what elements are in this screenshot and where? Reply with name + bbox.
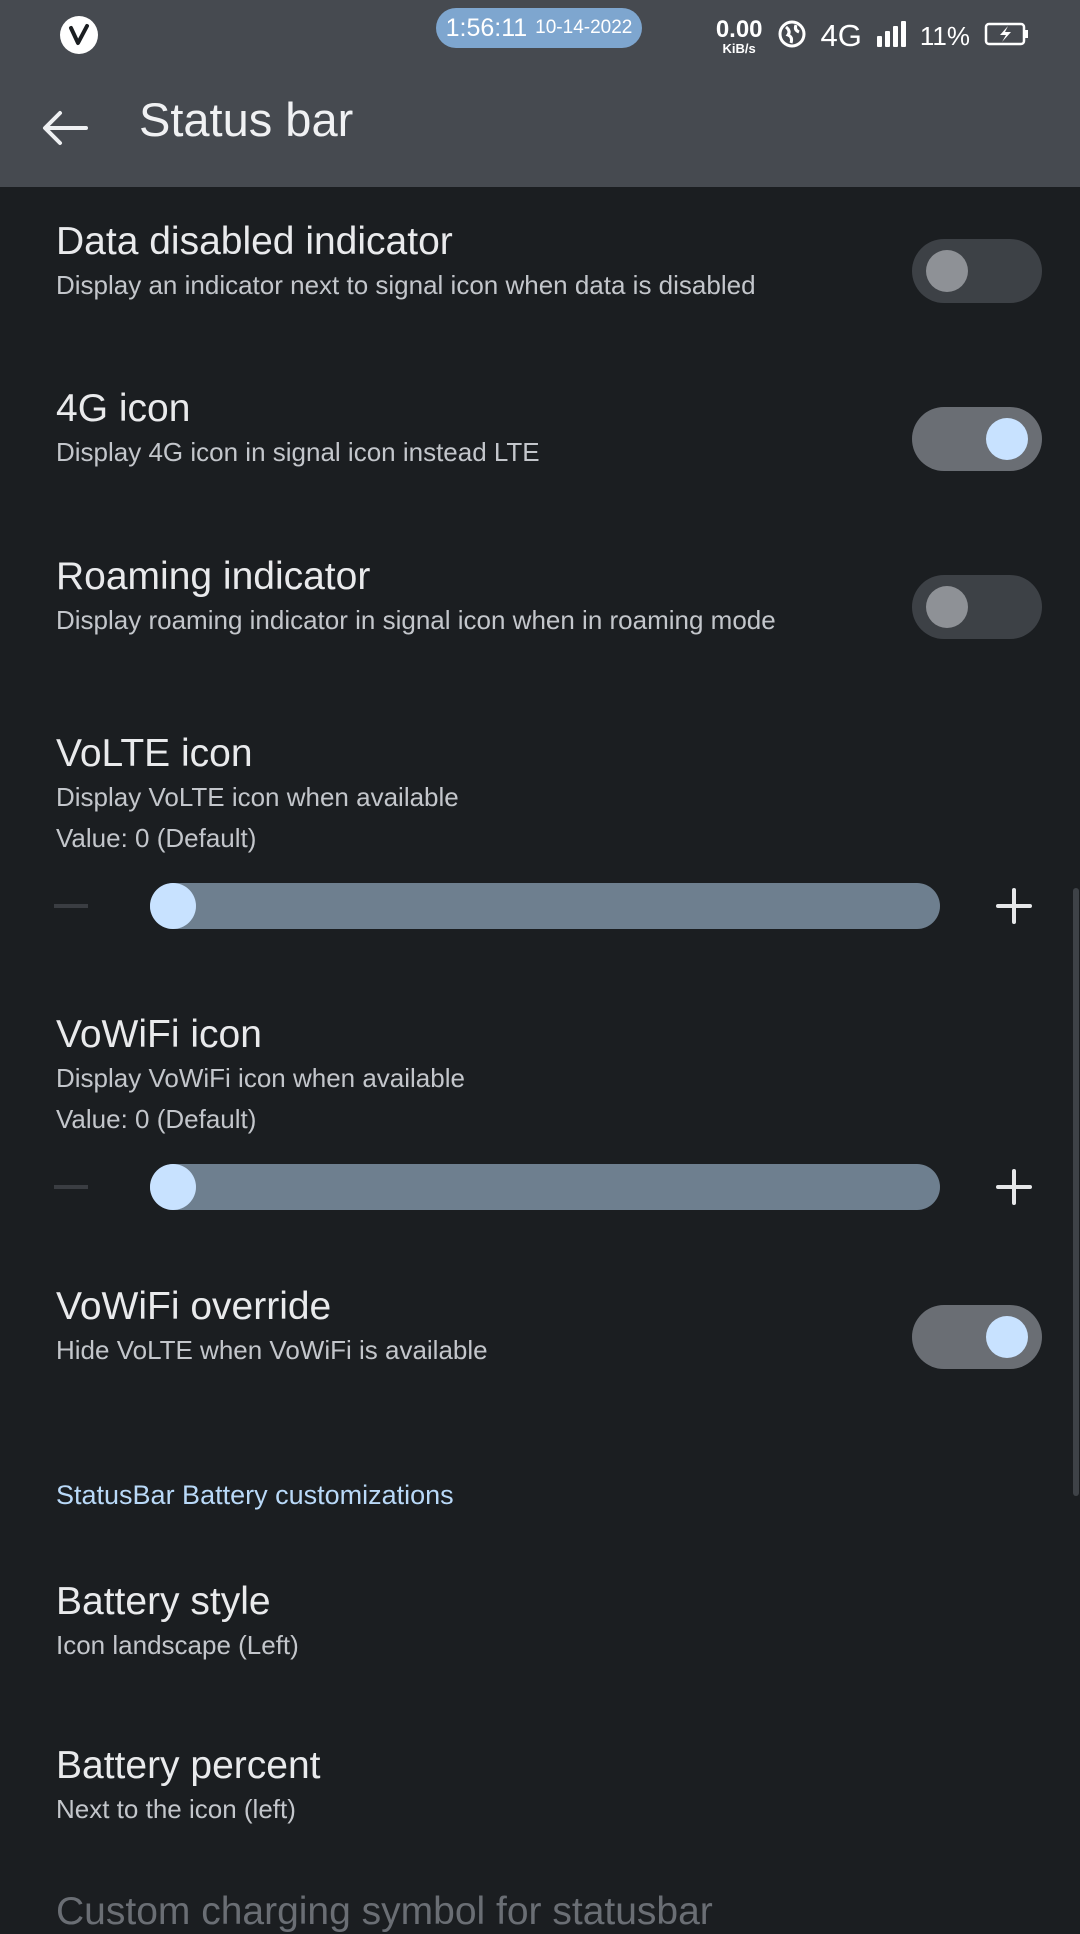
back-button[interactable] (30, 90, 100, 166)
setting-title: VoWiFi icon (56, 1013, 262, 1056)
network-type: 4G (820, 18, 862, 53)
setting-title: VoLTE icon (56, 732, 253, 775)
section-header-battery: StatusBar Battery customizations (56, 1480, 454, 1510)
vowifi-icon-setting: VoWiFi icon Display VoWiFi icon when ava… (56, 1013, 1080, 1135)
network-speed: 0.00 KiB/s (715, 15, 763, 56)
minus-icon[interactable] (54, 904, 88, 908)
setting-summary: Icon landscape (Left) (56, 1630, 299, 1660)
speed-unit: KiB/s (722, 40, 756, 56)
clock-date: 10-14-2022 (535, 17, 633, 38)
signal-bars-icon (876, 20, 906, 53)
system-status-bar: 1:56:11 10-14-2022 0.00 KiB/s 4G 11% (0, 0, 1080, 70)
v-logo-icon (60, 16, 98, 54)
page-title: Status bar (139, 93, 354, 146)
vowifi-slider-row (0, 1157, 1080, 1217)
plus-icon[interactable] (996, 1169, 1032, 1205)
vowifi-override-switch[interactable] (912, 1305, 1042, 1369)
volte-slider-track[interactable] (150, 883, 940, 929)
clock-pill: 1:56:11 10-14-2022 (436, 8, 642, 48)
minus-icon[interactable] (54, 1185, 88, 1189)
data-disabled-indicator-switch[interactable] (912, 239, 1042, 303)
battery-style-setting[interactable]: Battery style Icon landscape (Left) (56, 1580, 1080, 1661)
value-label: Value: 0 (Default) (56, 1104, 257, 1134)
custom-charging-symbol-setting[interactable]: Custom charging symbol for statusbar (56, 1890, 713, 1934)
clock-time: 1:56:11 (445, 13, 528, 42)
4g-icon-switch[interactable] (912, 407, 1042, 471)
setting-title: Battery style (56, 1580, 271, 1623)
globe-icon (777, 19, 807, 54)
scrollbar[interactable] (1073, 888, 1079, 1496)
arrow-left-icon (43, 111, 88, 145)
setting-title: Battery percent (56, 1744, 321, 1787)
status-icons: 0.00 KiB/s 4G 11% (716, 14, 1030, 58)
plus-icon[interactable] (996, 888, 1032, 924)
battery-percent-text: 11% (919, 20, 970, 51)
setting-summary: Next to the icon (left) (56, 1794, 296, 1824)
setting-summary: Display VoLTE icon when available (56, 782, 459, 812)
volte-slider-row (0, 876, 1080, 936)
volte-slider-thumb[interactable] (150, 883, 196, 929)
switch-thumb (926, 586, 968, 628)
volte-icon-setting: VoLTE icon Display VoLTE icon when avail… (56, 732, 1080, 854)
setting-summary: Display VoWiFi icon when available (56, 1063, 465, 1093)
settings-list: Data disabled indicator Display an indic… (0, 187, 1080, 1920)
roaming-indicator-switch[interactable] (912, 575, 1042, 639)
battery-percent-setting[interactable]: Battery percent Next to the icon (left) (56, 1744, 1080, 1825)
speed-value: 0.00 (715, 15, 763, 43)
vowifi-slider-thumb[interactable] (150, 1164, 196, 1210)
app-bar: Status bar (0, 70, 1080, 187)
switch-thumb (986, 1316, 1028, 1358)
switch-thumb (926, 250, 968, 292)
switch-thumb (986, 418, 1028, 460)
battery-charging-icon (984, 21, 1030, 52)
value-label: Value: 0 (Default) (56, 823, 257, 853)
vowifi-slider-track[interactable] (150, 1164, 940, 1210)
